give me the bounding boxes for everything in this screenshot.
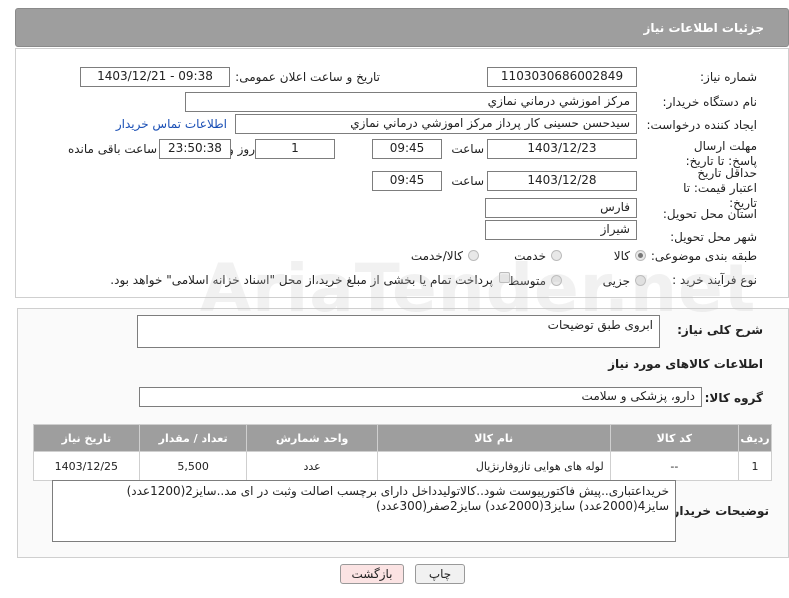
validity-time-label: ساعت xyxy=(451,174,484,188)
cell-date: 1403/12/25 xyxy=(33,451,140,481)
remaining-time-field: 23:50:38 xyxy=(159,139,231,159)
need-number-field: 1103030686002849 xyxy=(487,67,637,87)
cell-name: لوله های هوایی تازوفارنژیال xyxy=(376,451,611,481)
goods-table: ردیف کد کالا نام کالا واحد شمارش تعداد /… xyxy=(33,424,773,481)
province-label: استان محل تحویل: xyxy=(662,207,757,221)
goods-group-field: دارو، پزشکی و سلامت xyxy=(139,387,702,407)
cell-qty: 5,500 xyxy=(138,451,248,481)
announce-field: 1403/12/21 - 09:38 xyxy=(80,67,230,87)
city-label: شهر محل تحویل: xyxy=(670,230,757,244)
goods-table-header: ردیف کد کالا نام کالا واحد شمارش تعداد /… xyxy=(33,424,773,452)
reply-deadline-label: مهلت ارسال پاسخ: تا تاریخ: xyxy=(685,139,757,168)
province-field: فارس xyxy=(485,198,637,218)
cell-unit: عدد xyxy=(246,451,378,481)
creator-field: سیدحسن حسینی کار پرداز مرکز اموزشي درمان… xyxy=(235,114,637,134)
col-row: ردیف xyxy=(737,424,773,452)
city-field: شیراز xyxy=(485,220,637,240)
print-button[interactable]: چاپ xyxy=(415,564,465,584)
cell-row: 1 xyxy=(737,451,773,481)
reply-time-field: 09:45 xyxy=(372,139,442,159)
days-field: 1 xyxy=(255,139,335,159)
buyer-org-field: مرکز اموزشي درماني نمازي xyxy=(185,92,637,112)
announce-label: تاریخ و ساعت اعلان عمومی: xyxy=(235,70,380,84)
back-button[interactable]: بازگشت xyxy=(340,564,404,584)
reply-time-label: ساعت xyxy=(451,142,484,156)
buyer-org-label: نام دستگاه خریدار: xyxy=(662,95,758,109)
col-name: نام کالا xyxy=(376,424,611,452)
table-row: 1 -- لوله های هوایی تازوفارنژیال عدد 5,5… xyxy=(33,451,773,481)
col-date: تاریخ نیاز xyxy=(33,424,140,452)
need-number-label: شماره نیاز: xyxy=(700,70,757,84)
reply-date-field: 1403/12/23 xyxy=(487,139,637,159)
cell-code: -- xyxy=(609,451,739,481)
goods-group-label: گروه کالا: xyxy=(704,391,763,405)
buyer-notes-field: خریداعتباری..پیش فاکتورپیوست شود..کالاتو… xyxy=(52,480,676,542)
validity-label: حداقل تاریخ اعتبار قیمت: تا تاریخ: xyxy=(683,166,757,210)
contact-info-link[interactable]: اطلاعات تماس خریدار xyxy=(116,117,227,131)
page-title: جزئیات اطلاعات نیاز xyxy=(643,21,764,35)
buyer-notes-line-2: سایز4(2000عدد) سایز3(2000عدد) سایز2صفر(3… xyxy=(376,499,669,513)
watermark-logo: AriaTender.net xyxy=(200,250,757,327)
goods-info-title: اطلاعات کالاهای مورد نیاز xyxy=(608,357,763,371)
validity-time-field: 09:45 xyxy=(372,171,442,191)
col-code: کد کالا xyxy=(609,424,739,452)
buyer-notes-label: توضیحات خریدار: xyxy=(667,504,769,518)
creator-label: ایجاد کننده درخواست: xyxy=(646,118,757,132)
col-unit: واحد شمارش xyxy=(246,424,378,452)
validity-date-field: 1403/12/28 xyxy=(487,171,637,191)
header-bar: جزئیات اطلاعات نیاز xyxy=(15,8,789,47)
remaining-label: ساعت باقی مانده xyxy=(67,142,157,156)
col-qty: تعداد / مقدار xyxy=(138,424,248,452)
days-label: روز و xyxy=(228,142,255,156)
buyer-notes-line-1: خریداعتباری..پیش فاکتورپیوست شود..کالاتو… xyxy=(126,484,669,498)
